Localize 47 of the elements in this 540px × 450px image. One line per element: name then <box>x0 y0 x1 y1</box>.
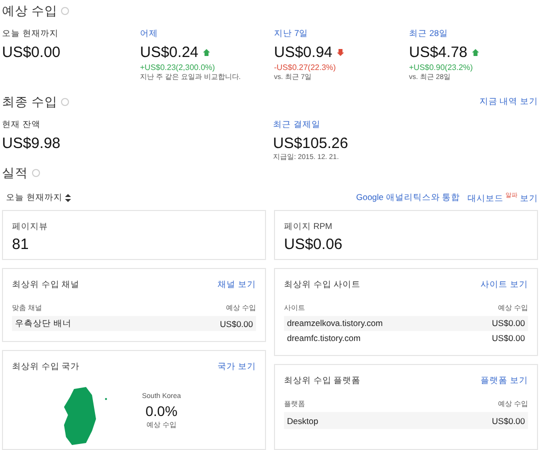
period-link[interactable]: 지난 7일 <box>274 28 409 40</box>
table-cell: dreamzelkova.tistory.com <box>287 318 383 328</box>
earnings-value: US$0.24 <box>140 44 198 62</box>
sort-icon <box>65 194 72 202</box>
table-cell: US$0.00 <box>492 332 525 343</box>
section-title: 실적 <box>2 164 28 182</box>
change-text: +US$0.90(23.2%) <box>409 63 474 72</box>
kpi-label: 페이지 RPM <box>284 221 334 233</box>
help-icon[interactable] <box>61 98 70 106</box>
earnings-value: US$4.78 <box>409 44 468 62</box>
table-cell: US$0.00 <box>220 318 253 328</box>
kpi-value: US$0.06 <box>284 236 344 253</box>
help-icon[interactable] <box>32 169 40 178</box>
earnings-value: US$0.00 <box>2 44 60 62</box>
card-title: 최상위 수입 사이트 <box>284 279 361 291</box>
balance-value: US$9.98 <box>2 134 62 152</box>
kpi-label: 페이지뷰 <box>12 221 49 233</box>
payment-value: US$105.26 <box>273 134 350 152</box>
table-cell: 우측상단 배너 <box>15 318 72 330</box>
kpi-value: 81 <box>12 236 30 253</box>
history-link[interactable]: 지금 내역 보기 <box>479 96 538 108</box>
card-title: 최상위 수입 플랫폼 <box>284 375 361 387</box>
table-cell: US$0.00 <box>492 318 525 328</box>
view-link[interactable]: 플랫폼 보기 <box>480 375 528 387</box>
view-link[interactable]: 국가 보기 <box>218 361 256 373</box>
earnings-value: US$0.94 <box>274 44 332 62</box>
period-label: 오늘 현재까지 <box>2 28 60 40</box>
help-icon[interactable] <box>61 7 70 16</box>
card-title: 최상위 수입 국가 <box>12 361 80 373</box>
period-link[interactable]: 최근 28일 <box>409 28 538 40</box>
change-text: +US$0.23(2,300.0%) <box>140 63 216 72</box>
payment-link[interactable]: 최근 결제일 <box>273 118 538 131</box>
card-title: 최상위 수입 채널 <box>12 279 80 291</box>
table-cell: US$0.00 <box>492 416 525 426</box>
balance-label: 현재 잔액 <box>2 118 42 131</box>
range-dropdown[interactable]: 오늘 현재까지 <box>6 192 72 204</box>
analytics-link[interactable]: Google 애널리틱스와 통합 <box>356 192 460 204</box>
change-text: -US$0.27(22.3%) <box>274 63 337 72</box>
table-cell: dreamfc.tistory.com <box>287 332 361 343</box>
period-link[interactable]: 어제 <box>140 28 274 40</box>
section-title: 예상 수입 <box>2 2 58 20</box>
dashboard-link[interactable]: 대시보드 $^{알파}$ 보기 <box>467 191 538 205</box>
section-title: 최종 수입 <box>2 94 58 111</box>
view-link[interactable]: 사이트 보기 <box>480 279 528 291</box>
table-cell: Desktop <box>287 416 318 426</box>
share-value: 0.0% <box>146 403 178 419</box>
view-link[interactable]: 채널 보기 <box>218 279 256 291</box>
